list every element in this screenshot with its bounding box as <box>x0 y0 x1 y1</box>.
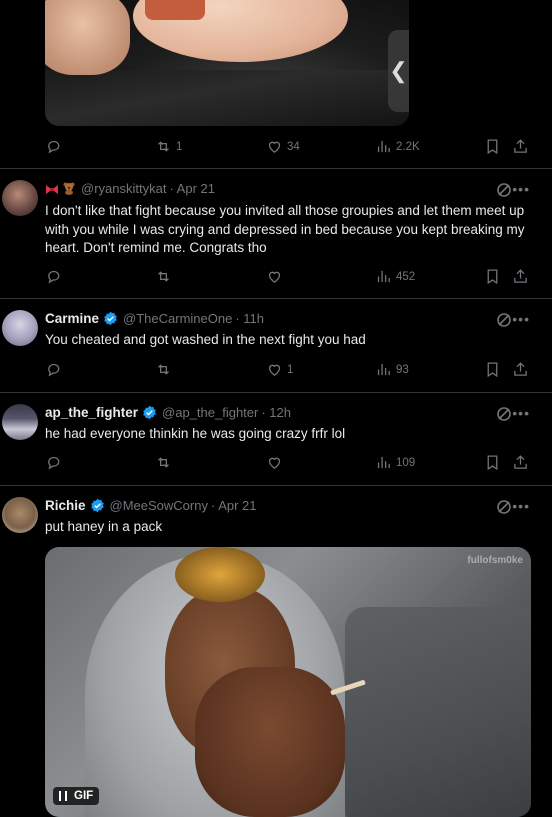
views-icon <box>377 140 390 153</box>
reply-icon <box>48 270 60 284</box>
views-icon <box>377 363 390 376</box>
display-name[interactable]: Richie <box>45 498 86 513</box>
reply-icon <box>48 363 60 377</box>
tweet-text: I don't like that fight because you invi… <box>45 203 525 255</box>
reply-icon <box>48 456 60 470</box>
retweet-icon <box>158 457 169 468</box>
share-button[interactable] <box>512 361 529 378</box>
more-icon[interactable]: ••• <box>512 498 530 514</box>
views-icon <box>377 270 390 283</box>
views-button[interactable]: 2.2K <box>375 138 420 155</box>
grok-icon[interactable] <box>496 499 512 515</box>
views-icon <box>377 456 390 469</box>
share-button[interactable] <box>512 268 529 285</box>
retweet-button[interactable] <box>155 361 172 378</box>
share-button[interactable] <box>512 138 529 155</box>
like-icon <box>268 364 281 376</box>
verified-icon <box>143 405 156 420</box>
grok-icon[interactable] <box>496 312 512 328</box>
bookmark-icon <box>487 362 498 378</box>
user-handle[interactable]: @MeeSowCorny <box>110 498 208 513</box>
display-name[interactable]: ap_the_fighter <box>45 405 138 420</box>
reply-button[interactable] <box>46 268 63 285</box>
bow-emoji-icon <box>45 183 59 194</box>
tweet-text: put haney in a pack <box>45 519 163 534</box>
retweet-icon <box>158 271 169 282</box>
avatar[interactable] <box>2 180 38 216</box>
bookmark-button[interactable] <box>484 361 501 378</box>
bookmark-button[interactable] <box>484 268 501 285</box>
user-handle[interactable]: @ap_the_fighter <box>162 405 258 420</box>
more-icon[interactable]: ••• <box>512 311 530 327</box>
tweet-ryanskittykat[interactable]: @ryanskittykat · Apr 21 ••• I don't like… <box>0 168 552 299</box>
avatar[interactable] <box>2 310 38 346</box>
grok-icon[interactable] <box>496 406 512 422</box>
pause-icon <box>59 791 67 801</box>
tweet-time[interactable]: · Apr 21 <box>211 498 257 513</box>
retweet-button[interactable] <box>155 454 172 471</box>
gif-play-toggle[interactable]: GIF <box>53 787 100 805</box>
like-icon <box>268 141 281 153</box>
like-button[interactable] <box>266 454 283 471</box>
like-icon <box>268 457 281 469</box>
bookmark-icon <box>487 139 498 155</box>
like-button[interactable] <box>266 268 283 285</box>
tweet-media-gif[interactable]: fullofsm0ke GIF <box>45 547 531 817</box>
grok-icon[interactable] <box>496 182 512 198</box>
share-icon <box>514 362 527 376</box>
share-button[interactable] <box>512 454 529 471</box>
like-button[interactable]: 34 <box>266 138 300 155</box>
tweet-time[interactable]: · 12h <box>261 405 291 420</box>
share-icon <box>514 455 527 469</box>
user-handle[interactable]: @ryanskittykat <box>81 181 166 196</box>
bookmark-icon <box>487 269 498 285</box>
more-icon[interactable]: ••• <box>512 405 530 421</box>
avatar[interactable] <box>2 404 38 440</box>
reply-button[interactable] <box>46 138 63 155</box>
reply-button[interactable] <box>46 361 63 378</box>
tweet-media-image[interactable] <box>45 0 409 126</box>
share-icon <box>514 269 527 283</box>
bookmark-button[interactable] <box>484 454 501 471</box>
teddy-bear-emoji-icon <box>63 182 75 195</box>
retweet-button[interactable]: 1 <box>155 138 182 155</box>
like-button[interactable]: 1 <box>266 361 293 378</box>
share-icon <box>514 139 527 153</box>
views-button[interactable]: 452 <box>375 268 415 285</box>
retweet-icon <box>158 364 169 375</box>
gif-watermark: fullofsm0ke <box>467 555 523 566</box>
tweet-time[interactable]: · Apr 21 <box>169 181 215 196</box>
tweet-time[interactable]: · 11h <box>235 311 264 326</box>
reply-button[interactable] <box>46 454 63 471</box>
gif-label: GIF <box>74 790 94 802</box>
bookmark-button[interactable] <box>484 138 501 155</box>
verified-icon <box>104 311 117 326</box>
display-name[interactable]: Carmine <box>45 311 99 326</box>
avatar[interactable] <box>2 497 38 533</box>
views-button[interactable]: 93 <box>375 361 409 378</box>
verified-icon <box>90 498 104 513</box>
reply-icon <box>48 140 60 154</box>
views-button[interactable]: 109 <box>375 454 415 471</box>
retweet-icon <box>158 141 169 152</box>
tweet-text: he had everyone thinkin he was going cra… <box>45 426 346 441</box>
like-icon <box>268 271 281 283</box>
retweet-button[interactable] <box>155 268 172 285</box>
tweet-text: You cheated and got washed in the next f… <box>45 332 366 347</box>
tweet-carmine[interactable]: Carmine @TheCarmineOne · 11h ••• You che… <box>0 298 552 393</box>
tweet-top[interactable]: ❮ 1 34 2.2K <box>0 0 552 169</box>
more-icon[interactable]: ••• <box>512 181 530 197</box>
user-handle[interactable]: @TheCarmineOne <box>123 311 232 326</box>
tweet-ap-the-fighter[interactable]: ap_the_fighter @ap_the_fighter · 12h •••… <box>0 392 552 486</box>
chevron-left-icon[interactable]: ❮ <box>388 30 409 112</box>
bookmark-icon <box>487 455 498 471</box>
